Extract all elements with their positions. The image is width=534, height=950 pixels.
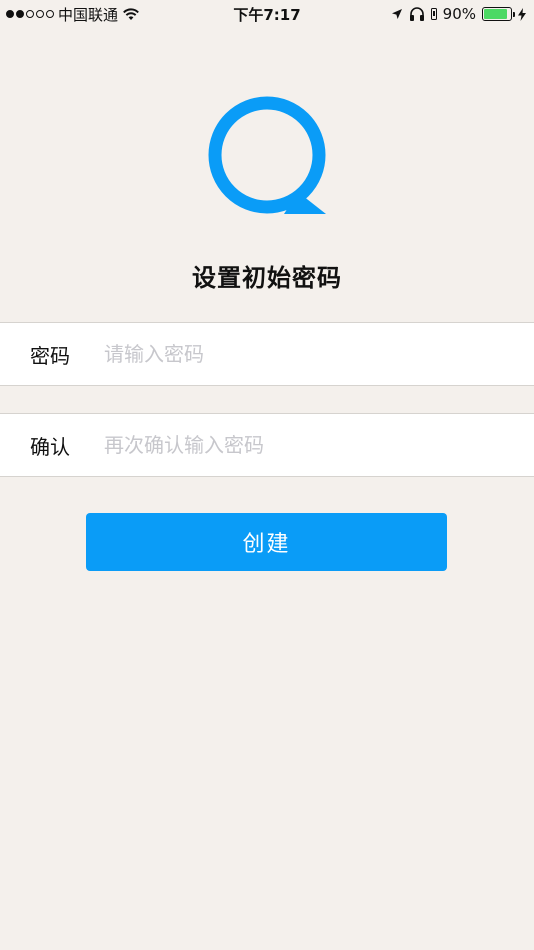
status-bar-right: 90% xyxy=(391,0,526,28)
password-field-row: 密码 xyxy=(0,322,534,386)
chat-bubble-logo-icon xyxy=(208,96,326,214)
battery-icon xyxy=(482,7,515,21)
confirm-label: 确认 xyxy=(30,434,70,459)
password-input[interactable] xyxy=(104,342,534,366)
headphones-icon xyxy=(409,7,424,21)
status-bar: 中国联通 下午7:17 90% xyxy=(0,0,534,28)
charging-bolt-icon xyxy=(518,7,526,21)
portrait-lock-icon xyxy=(430,8,437,20)
confirm-password-field-row: 确认 xyxy=(0,413,534,477)
page-title: 设置初始密码 xyxy=(192,264,342,292)
confirm-password-input[interactable] xyxy=(104,433,534,457)
battery-percent: 90% xyxy=(442,5,476,23)
create-button[interactable]: 创建 xyxy=(86,513,447,571)
battery-level-fill xyxy=(484,9,508,19)
location-arrow-icon xyxy=(391,9,402,19)
password-label: 密码 xyxy=(30,343,70,368)
